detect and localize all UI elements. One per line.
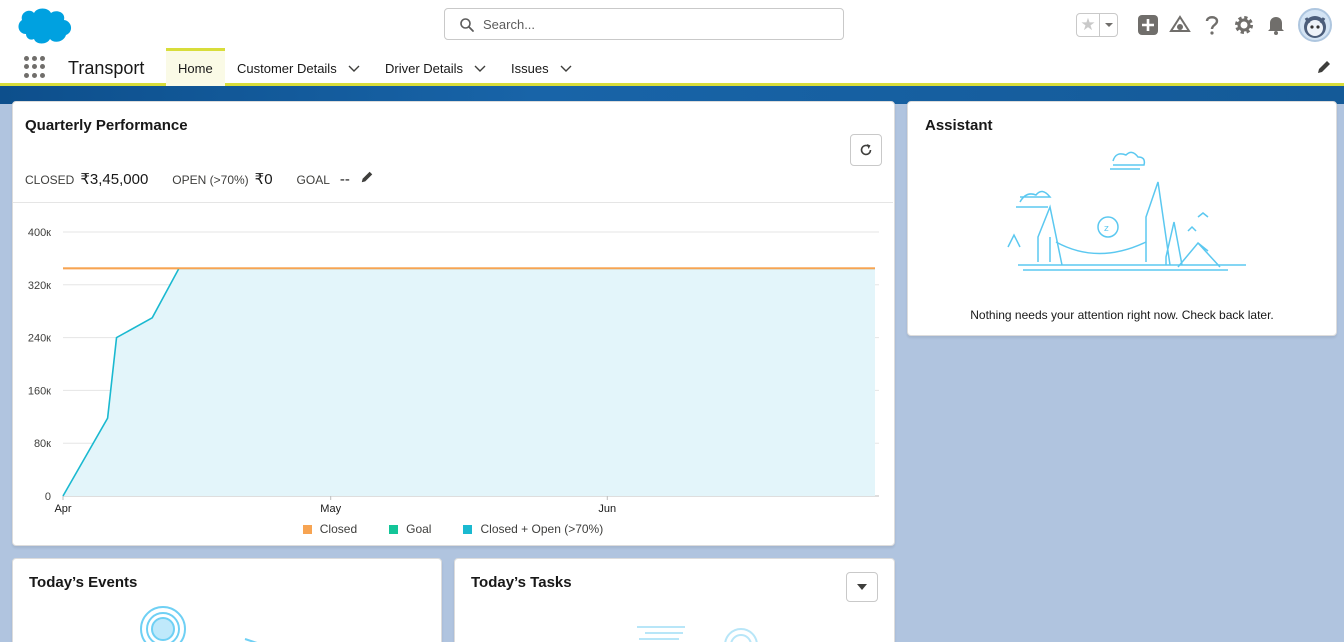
nav-tab-issues[interactable]: Issues xyxy=(511,50,573,86)
card-title: Assistant xyxy=(925,117,993,134)
app-navigation-bar: Transport Home Customer Details Driver D… xyxy=(0,48,1344,86)
nav-tab-label: Issues xyxy=(511,60,549,76)
favorites-dropdown-icon[interactable] xyxy=(1099,14,1117,36)
favorites-group: ★ xyxy=(1076,13,1118,37)
assistant-card: Assistant z Nothing needs your attention… xyxy=(907,101,1337,336)
quarterly-performance-card: Quarterly Performance CLOSED ₹3,45,000 O… xyxy=(12,101,895,546)
chart-legend: Closed Goal Closed + Open (>70%) xyxy=(13,522,893,536)
app-name: Transport xyxy=(68,58,145,78)
legend-label: Goal xyxy=(406,522,432,536)
assistant-hammock-illustration: z xyxy=(1007,151,1246,271)
search-placeholder: Search... xyxy=(483,17,536,32)
nav-tab-home[interactable]: Home xyxy=(166,48,225,86)
card-title: Quarterly Performance xyxy=(25,117,188,134)
nav-tab-label: Home xyxy=(178,61,213,76)
tasks-empty-illustration xyxy=(637,626,758,642)
header-utility-icons: ★ xyxy=(1076,6,1332,44)
legend-item[interactable]: Goal xyxy=(389,522,431,536)
todays-events-card: Today’s Events xyxy=(12,558,442,642)
goal-value: -- xyxy=(339,171,350,188)
legend-swatch xyxy=(389,524,399,534)
y-tick-label: 160к xyxy=(28,385,51,397)
trailhead-icon[interactable] xyxy=(1164,9,1196,41)
global-actions-add-icon[interactable] xyxy=(1132,9,1164,41)
performance-stats: CLOSED ₹3,45,000 OPEN (>70%) ₹0 GOAL -- xyxy=(25,170,374,190)
legend-item[interactable]: Closed xyxy=(302,522,358,536)
notifications-bell-icon[interactable] xyxy=(1260,9,1292,41)
legend-item[interactable]: Closed + Open (>70%) xyxy=(463,522,603,536)
series-area-fill xyxy=(63,268,875,496)
x-tick-label: May xyxy=(320,503,341,515)
events-empty-illustration xyxy=(140,606,258,642)
assistant-message: Nothing needs your attention right now. … xyxy=(970,308,1274,322)
chevron-down-icon xyxy=(857,584,867,590)
card-title: Today’s Tasks xyxy=(471,574,572,591)
edit-nav-pencil-icon[interactable] xyxy=(1316,59,1332,75)
chevron-down-icon[interactable] xyxy=(347,61,361,75)
nav-tab-label: Driver Details xyxy=(385,60,464,76)
legend-label: Closed xyxy=(319,522,358,536)
help-icon[interactable] xyxy=(1196,9,1228,41)
y-tick-label: 400к xyxy=(28,227,51,239)
goal-label: GOAL xyxy=(296,173,330,187)
legend-swatch xyxy=(463,524,473,534)
tasks-dropdown-button[interactable] xyxy=(846,572,878,602)
search-icon xyxy=(460,18,474,32)
edit-goal-pencil-icon[interactable] xyxy=(360,170,374,184)
legend-swatch xyxy=(302,524,312,534)
quarterly-performance-chart: 0 80к 160к 240к 320к 400к Apr May Jun xyxy=(28,227,879,515)
y-tick-label: 240к xyxy=(28,333,51,345)
x-tick-label: Apr xyxy=(54,503,71,515)
setup-gear-icon[interactable] xyxy=(1228,9,1260,41)
svg-text:z: z xyxy=(1104,224,1109,234)
todays-tasks-card: Today’s Tasks xyxy=(454,558,895,642)
open-value: ₹0 xyxy=(254,171,273,188)
open-label: OPEN (>70%) xyxy=(172,173,249,187)
y-tick-label: 320к xyxy=(28,280,51,292)
refresh-button[interactable] xyxy=(850,134,882,166)
chevron-down-icon[interactable] xyxy=(559,61,573,75)
closed-label: CLOSED xyxy=(25,173,75,187)
x-tick-label: Jun xyxy=(598,503,616,515)
global-header: Search... ★ xyxy=(0,0,1344,50)
nav-tab-driver-details[interactable]: Driver Details xyxy=(385,50,487,86)
nav-tab-label: Customer Details xyxy=(237,60,337,76)
app-launcher-icon[interactable] xyxy=(24,56,46,78)
closed-value: ₹3,45,000 xyxy=(80,171,149,188)
refresh-icon xyxy=(860,144,872,156)
chevron-down-icon[interactable] xyxy=(473,61,487,75)
salesforce-logo[interactable] xyxy=(14,4,76,46)
legend-label: Closed + Open (>70%) xyxy=(480,522,604,536)
y-tick-label: 0 xyxy=(45,491,51,503)
card-title: Today’s Events xyxy=(29,574,138,591)
global-search-input[interactable]: Search... xyxy=(444,8,844,40)
favorites-star-icon[interactable]: ★ xyxy=(1077,14,1099,36)
user-avatar[interactable] xyxy=(1298,8,1332,42)
y-tick-label: 80к xyxy=(34,438,51,450)
nav-tab-customer-details[interactable]: Customer Details xyxy=(237,50,361,86)
